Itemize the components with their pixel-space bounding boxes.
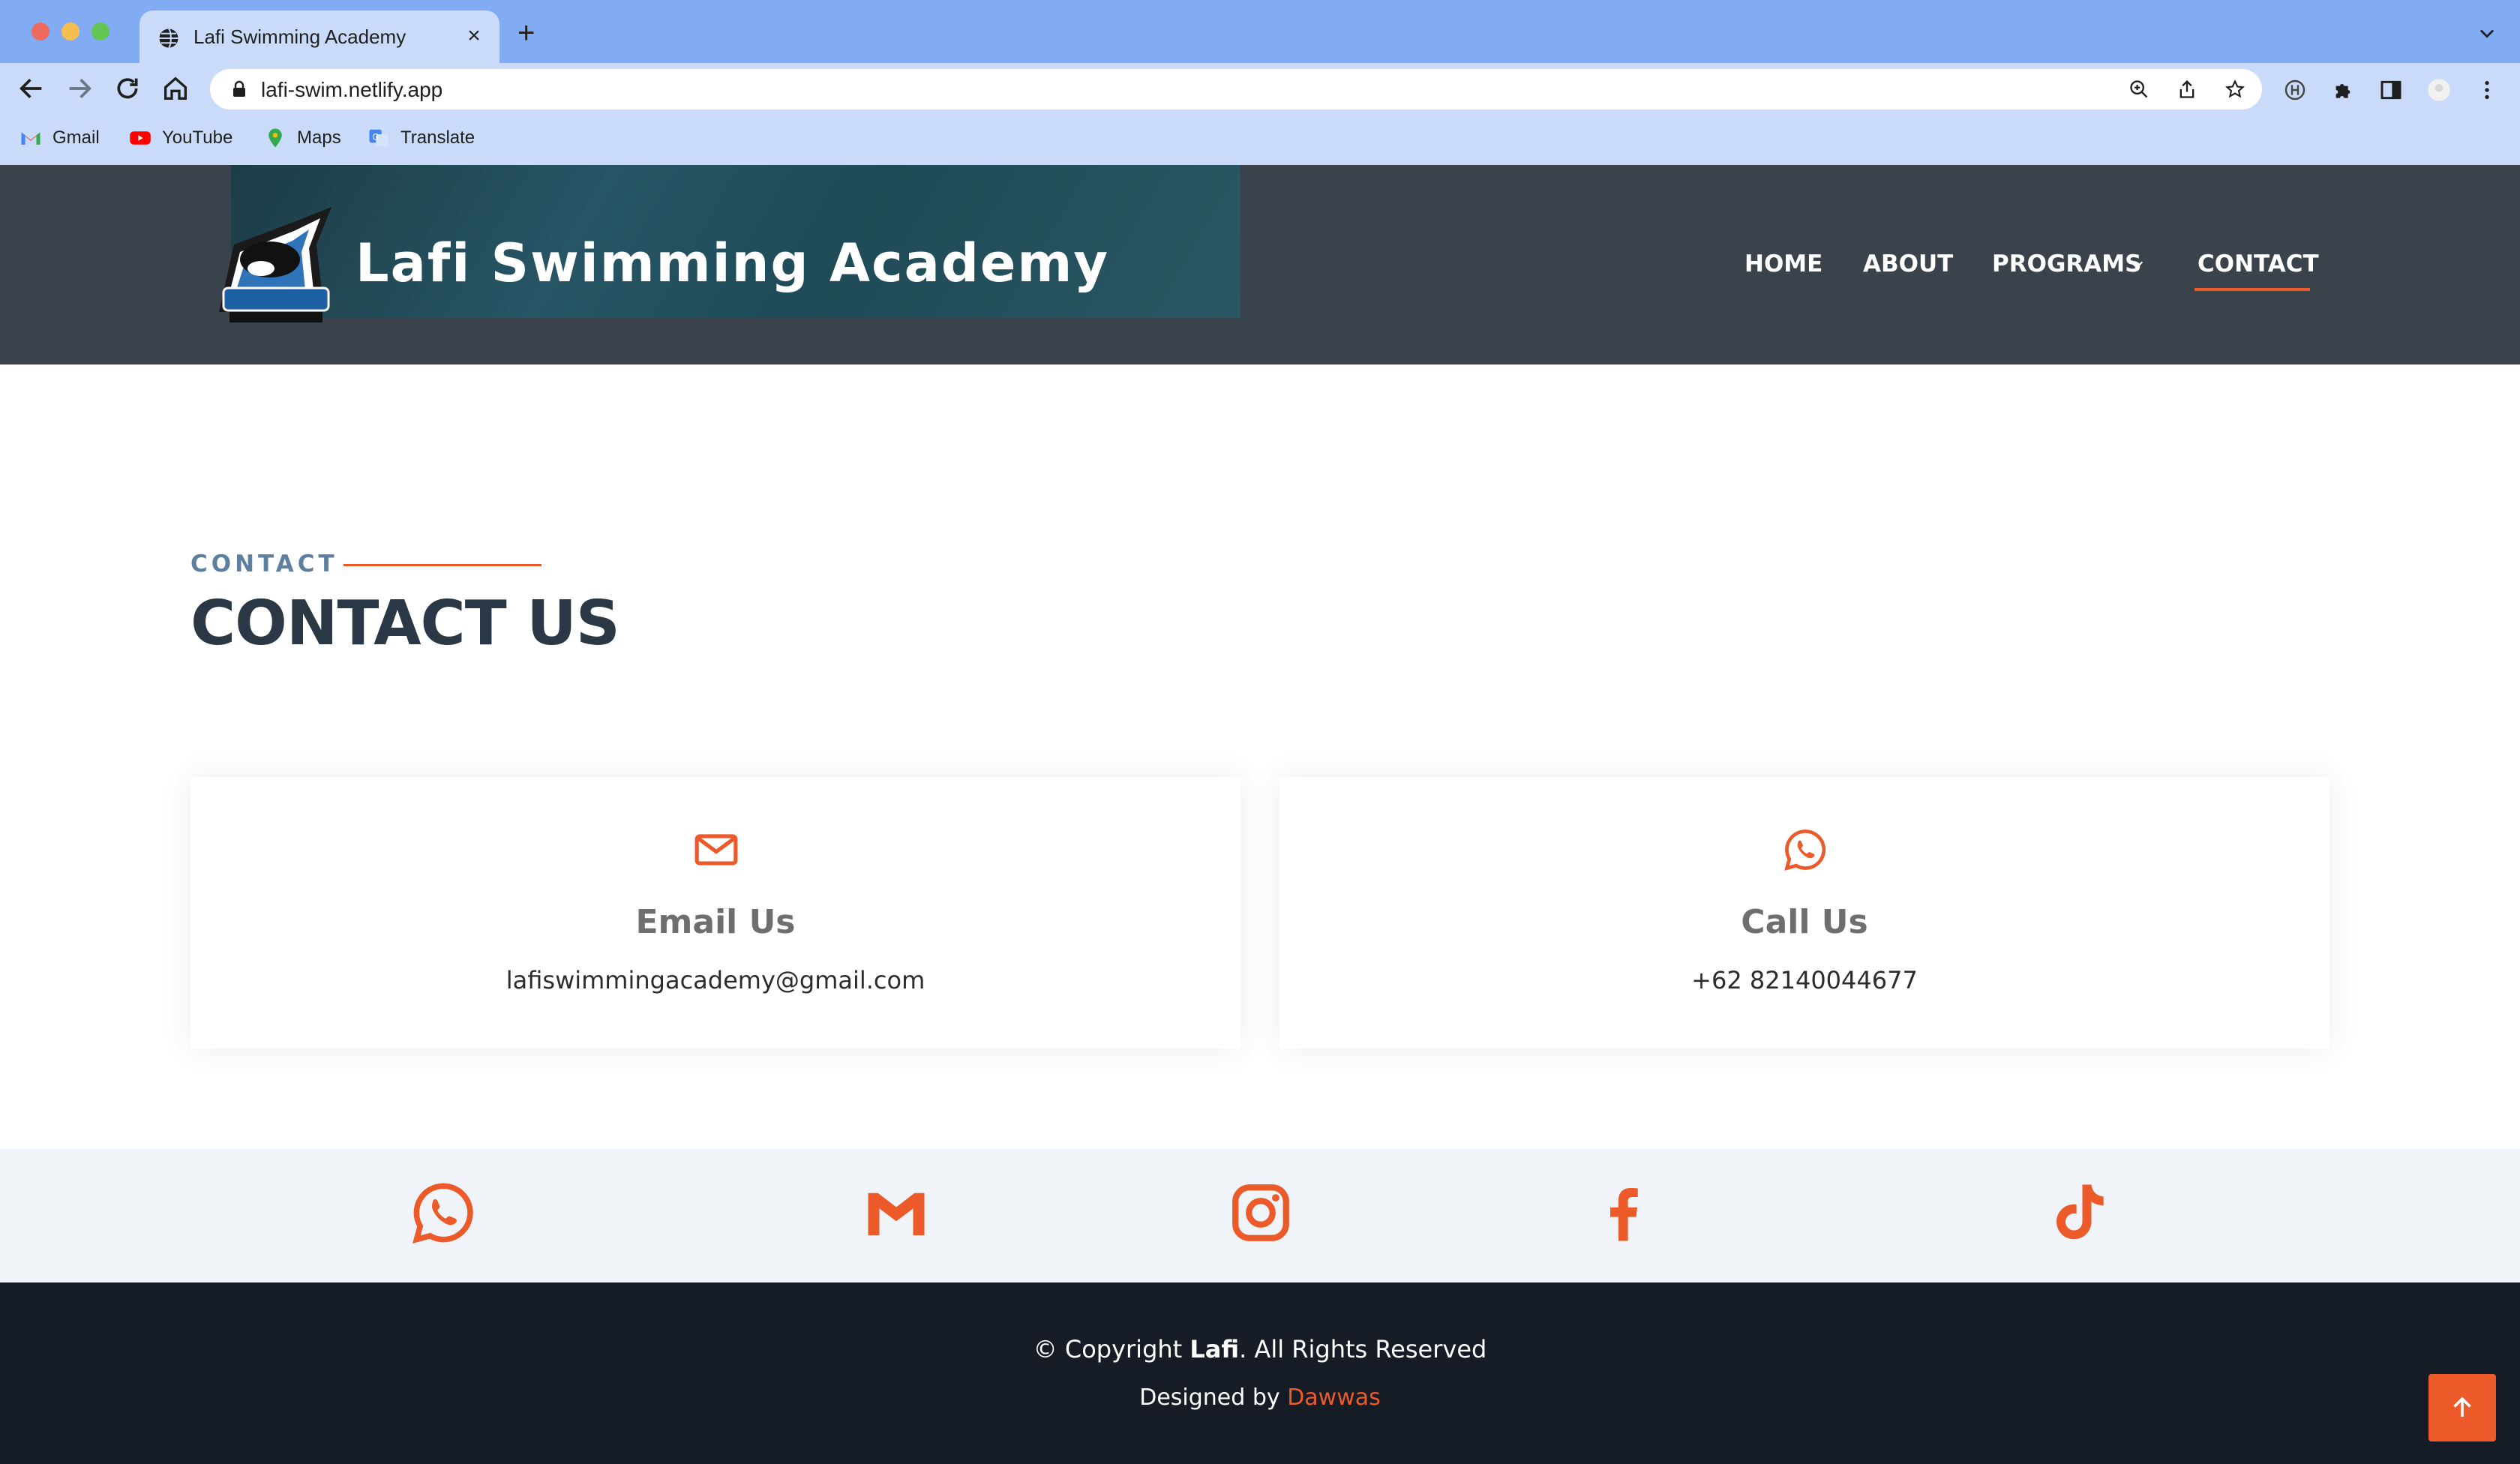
phone-value[interactable]: +62 82140044677 (1280, 966, 2330, 994)
call-heading: Call Us (1741, 903, 1868, 941)
reload-icon[interactable] (112, 74, 142, 104)
orca-logo-icon[interactable] (204, 200, 344, 328)
section-tag: CONTACT (190, 550, 338, 578)
globe-icon (159, 28, 178, 49)
side-panel-icon[interactable] (2379, 78, 2403, 102)
nav-active-underline (2194, 288, 2310, 291)
copyright-brand: Lafi (1190, 1335, 1240, 1364)
site-footer (0, 1282, 2520, 1464)
address-bar[interactable]: lafi-swim.netlify.app (210, 69, 2262, 110)
bookmark-translate[interactable]: G Translate (368, 124, 475, 152)
page-title: CONTACT US (190, 588, 620, 659)
tab-title: Lafi Swimming Academy (194, 26, 406, 48)
url-text[interactable]: lafi-swim.netlify.app (261, 78, 442, 102)
nav-contact[interactable]: CONTACT (2198, 250, 2319, 278)
chevron-down-icon[interactable] (2476, 22, 2498, 44)
chevron-down-icon[interactable] (2127, 256, 2146, 273)
new-tab-button[interactable]: + (518, 18, 535, 48)
instagram-icon[interactable] (1227, 1179, 1294, 1246)
whatsapp-icon (1784, 830, 1826, 871)
nav-about[interactable]: ABOUT (1863, 250, 1953, 278)
bookmark-gmail[interactable]: Gmail (20, 124, 100, 152)
designer-link[interactable]: Dawwas (1287, 1384, 1381, 1411)
nav-home[interactable]: HOME (1744, 250, 1822, 278)
email-heading: Email Us (635, 903, 796, 941)
window-close-button[interactable] (32, 22, 50, 40)
call-card: Call Us +62 82140044677 (1280, 777, 2330, 1048)
translate-icon: G (369, 129, 388, 147)
designed-by-text: Designed by Dawwas (1139, 1384, 1381, 1411)
browser-chrome: Lafi Swimming Academy × + lafi-swim.netl… (0, 0, 2520, 165)
tab-strip: Lafi Swimming Academy × + (0, 0, 2520, 63)
home-icon[interactable] (160, 74, 190, 104)
window-minimize-button[interactable] (62, 22, 80, 40)
window-maximize-button[interactable] (92, 22, 110, 40)
browser-tab[interactable]: Lafi Swimming Academy × (140, 10, 500, 63)
back-to-top-button[interactable] (2428, 1374, 2496, 1442)
section-tag-line (344, 564, 542, 566)
whatsapp-icon[interactable] (410, 1179, 477, 1246)
zoom-icon[interactable] (2128, 79, 2150, 100)
share-icon[interactable] (2176, 79, 2198, 100)
lock-icon (233, 80, 245, 97)
tiktok-icon[interactable] (2043, 1179, 2110, 1246)
gmail-icon (21, 132, 40, 145)
svg-text:G: G (372, 133, 379, 142)
forward-arrow-icon[interactable] (64, 74, 94, 104)
star-icon[interactable] (2224, 79, 2246, 100)
bookmark-maps[interactable]: Maps (264, 124, 341, 152)
nav-programs[interactable]: PROGRAMS (1992, 250, 2141, 278)
profile-avatar-icon[interactable] (2427, 78, 2451, 102)
extension-h-icon[interactable] (2283, 78, 2307, 102)
bookmark-youtube[interactable]: YouTube (129, 124, 232, 152)
maps-icon (268, 128, 282, 148)
email-card: Email Us lafiswimmingacademy@gmail.com (190, 777, 1240, 1048)
kebab-menu-icon[interactable] (2475, 78, 2499, 102)
email-value[interactable]: lafiswimmingacademy@gmail.com (190, 966, 1240, 994)
gmail-icon[interactable] (862, 1179, 930, 1246)
arrow-up-icon (2453, 1396, 2471, 1417)
back-arrow-icon[interactable] (16, 74, 46, 104)
bookmarks-bar: Gmail YouTube Maps G Translate (0, 120, 2520, 158)
puzzle-icon[interactable] (2331, 78, 2355, 102)
site-brand[interactable]: Lafi Swimming Academy (356, 232, 1109, 294)
tab-close-icon[interactable]: × (462, 24, 486, 48)
copyright-text: © Copyright Lafi. All Rights Reserved (1033, 1335, 1487, 1364)
youtube-icon (130, 131, 151, 145)
facebook-icon[interactable] (1590, 1179, 1658, 1246)
envelope-icon (694, 834, 738, 866)
